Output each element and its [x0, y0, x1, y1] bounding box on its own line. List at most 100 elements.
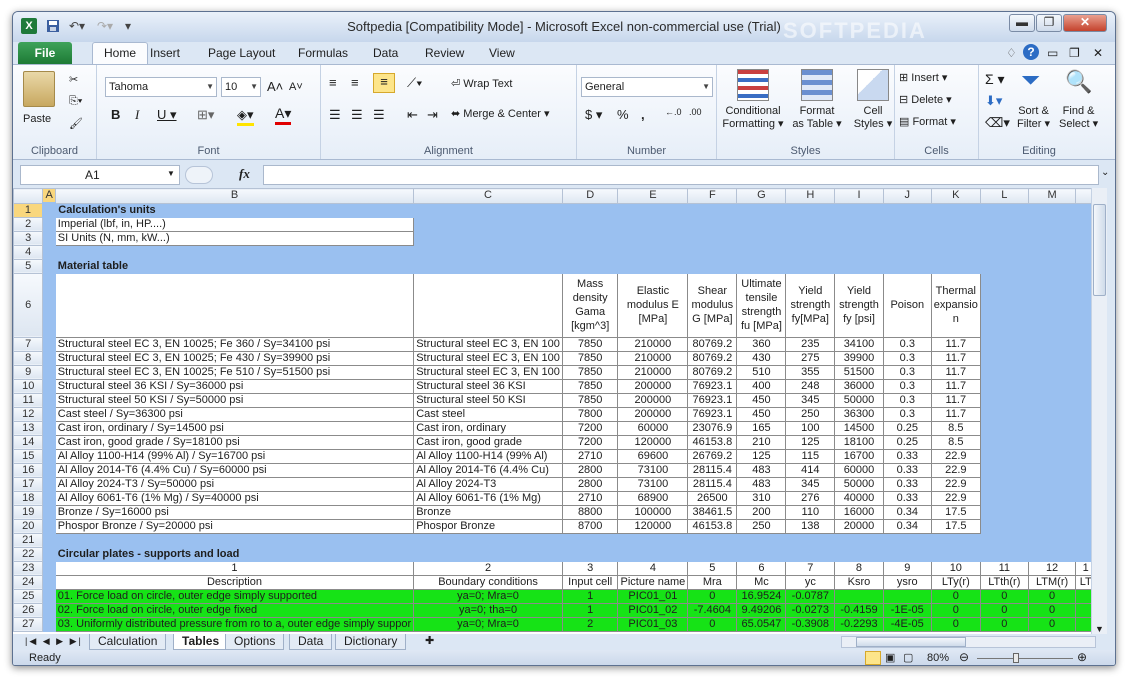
insert-cells-button[interactable]: ⊞ Insert ▾ — [899, 71, 947, 84]
table-cell[interactable]: 0 — [930, 588, 981, 604]
table-cell[interactable]: 51500 — [834, 364, 884, 380]
table-cell[interactable] — [979, 230, 1029, 246]
table-cell[interactable]: 0 — [979, 602, 1029, 618]
row-header[interactable]: 27 — [13, 616, 44, 632]
table-cell[interactable]: PIC01_02 — [617, 602, 689, 618]
table-cell[interactable] — [882, 588, 932, 604]
table-cell[interactable] — [1027, 462, 1077, 478]
table-cell[interactable]: 80769.2 — [687, 336, 738, 352]
table-cell[interactable] — [687, 216, 738, 232]
table-cell[interactable] — [42, 574, 56, 590]
table-cell[interactable] — [42, 462, 56, 478]
format-cells-button[interactable]: ▤ Format ▾ — [899, 115, 956, 128]
table-cell[interactable]: Material table — [54, 258, 415, 274]
vertical-scrollbar[interactable]: ▼ — [1091, 188, 1107, 634]
table-cell[interactable] — [42, 420, 56, 436]
table-cell[interactable]: 100 — [785, 420, 836, 436]
table-cell[interactable]: Structural steel EC 3, EN 100 — [413, 336, 563, 352]
table-cell[interactable] — [42, 216, 56, 232]
align-middle-icon[interactable]: ≡ — [351, 75, 359, 90]
table-cell[interactable] — [1027, 230, 1077, 246]
table-cell[interactable]: 210 — [736, 434, 787, 450]
table-cell[interactable] — [882, 216, 932, 232]
table-cell[interactable] — [42, 336, 56, 352]
table-cell[interactable]: Cast iron, ordinary / Sy=14500 psi — [54, 420, 415, 436]
table-cell[interactable]: 8700 — [561, 518, 619, 534]
table-cell[interactable]: 1 — [561, 588, 619, 604]
row-header[interactable]: 6 — [13, 272, 44, 338]
column-header[interactable]: G — [736, 188, 787, 204]
table-cell[interactable] — [42, 364, 56, 380]
bold-icon[interactable]: B — [111, 107, 120, 122]
table-cell[interactable]: 16700 — [834, 448, 884, 464]
table-cell[interactable] — [687, 230, 738, 246]
table-cell[interactable] — [882, 532, 932, 548]
table-cell[interactable]: 11 — [979, 560, 1029, 576]
table-cell[interactable] — [413, 202, 563, 218]
wrap-text-button[interactable]: ⏎ Wrap Text — [451, 77, 512, 90]
tab-file[interactable]: File — [18, 42, 72, 64]
table-cell[interactable]: Phospor Bronze / Sy=20000 psi — [54, 518, 415, 534]
table-cell[interactable] — [979, 448, 1029, 464]
table-cell[interactable]: 60000 — [834, 462, 884, 478]
table-cell[interactable] — [54, 244, 415, 260]
autosum-icon[interactable]: Σ ▾ — [985, 71, 1005, 88]
expand-formula-icon[interactable]: ⌄ — [1101, 167, 1109, 178]
row-header[interactable]: 1 — [13, 202, 44, 218]
table-cell[interactable]: Phospor Bronze — [413, 518, 563, 534]
column-header[interactable]: L — [979, 188, 1029, 204]
table-cell[interactable] — [930, 546, 981, 562]
fill-color-icon[interactable]: ◈▾ — [237, 107, 254, 126]
scroll-down-icon[interactable]: ▼ — [1095, 624, 1104, 634]
table-cell[interactable]: 210000 — [617, 336, 689, 352]
table-cell[interactable]: 6 — [736, 560, 787, 576]
table-cell[interactable]: Structural steel 50 KSI / Sy=50000 psi — [54, 392, 415, 408]
table-cell[interactable] — [42, 392, 56, 408]
table-cell[interactable] — [1027, 216, 1077, 232]
table-cell[interactable] — [42, 434, 56, 450]
table-cell[interactable] — [785, 244, 836, 260]
table-cell[interactable] — [834, 546, 884, 562]
table-cell[interactable] — [1027, 272, 1077, 338]
table-cell[interactable]: 22.9 — [930, 462, 981, 478]
select-all-corner[interactable] — [13, 188, 44, 204]
table-cell[interactable] — [687, 532, 738, 548]
row-header[interactable]: 13 — [13, 420, 44, 436]
table-cell[interactable]: 210000 — [617, 364, 689, 380]
sheet-table[interactable]: ABCDEFGHIJKLM 1 Calculation's units 2 Imper… — [13, 188, 1096, 632]
table-cell[interactable] — [979, 364, 1029, 380]
table-cell[interactable]: 9.49206 — [736, 602, 787, 618]
table-cell[interactable]: Al Alloy 2014-T6 (4.4% Cu) — [413, 462, 563, 478]
table-cell[interactable]: 125 — [736, 448, 787, 464]
table-cell[interactable]: 210000 — [617, 350, 689, 366]
decrease-indent-icon[interactable]: ⇤ — [407, 107, 418, 123]
fill-icon[interactable]: ⬇▾ — [985, 93, 1002, 109]
table-cell[interactable]: 10 — [930, 560, 981, 576]
table-cell[interactable] — [979, 420, 1029, 436]
table-cell[interactable] — [979, 272, 1029, 338]
row-header[interactable]: 15 — [13, 448, 44, 464]
table-cell[interactable]: yc — [785, 574, 836, 590]
table-cell[interactable]: 50000 — [834, 392, 884, 408]
page-break-view-icon[interactable]: ▢ — [903, 651, 913, 664]
increase-decimal-icon[interactable]: ←.0 — [665, 107, 682, 117]
table-cell[interactable]: 0.34 — [882, 504, 932, 520]
table-cell[interactable]: 26769.2 — [687, 448, 738, 464]
table-cell[interactable]: 450 — [736, 392, 787, 408]
table-cell[interactable]: 7800 — [561, 406, 619, 422]
column-header[interactable]: K — [930, 188, 981, 204]
table-cell[interactable]: 5 — [687, 560, 738, 576]
table-cell[interactable] — [979, 258, 1029, 274]
table-cell[interactable] — [413, 244, 563, 260]
table-cell[interactable]: 03. Uniformly distributed pressure from … — [54, 616, 415, 632]
table-cell[interactable]: 7850 — [561, 350, 619, 366]
table-cell[interactable]: -0.0273 — [785, 602, 836, 618]
tab-formulas[interactable]: Formulas — [298, 46, 348, 60]
table-cell[interactable] — [785, 546, 836, 562]
table-cell[interactable] — [1027, 378, 1077, 394]
table-cell[interactable]: Imperial (lbf, in, HP....) — [54, 216, 415, 232]
table-cell[interactable]: 0 — [687, 616, 738, 632]
row-header[interactable]: 24 — [13, 574, 44, 590]
table-cell[interactable] — [1027, 406, 1077, 422]
row-header[interactable]: 5 — [13, 258, 44, 274]
